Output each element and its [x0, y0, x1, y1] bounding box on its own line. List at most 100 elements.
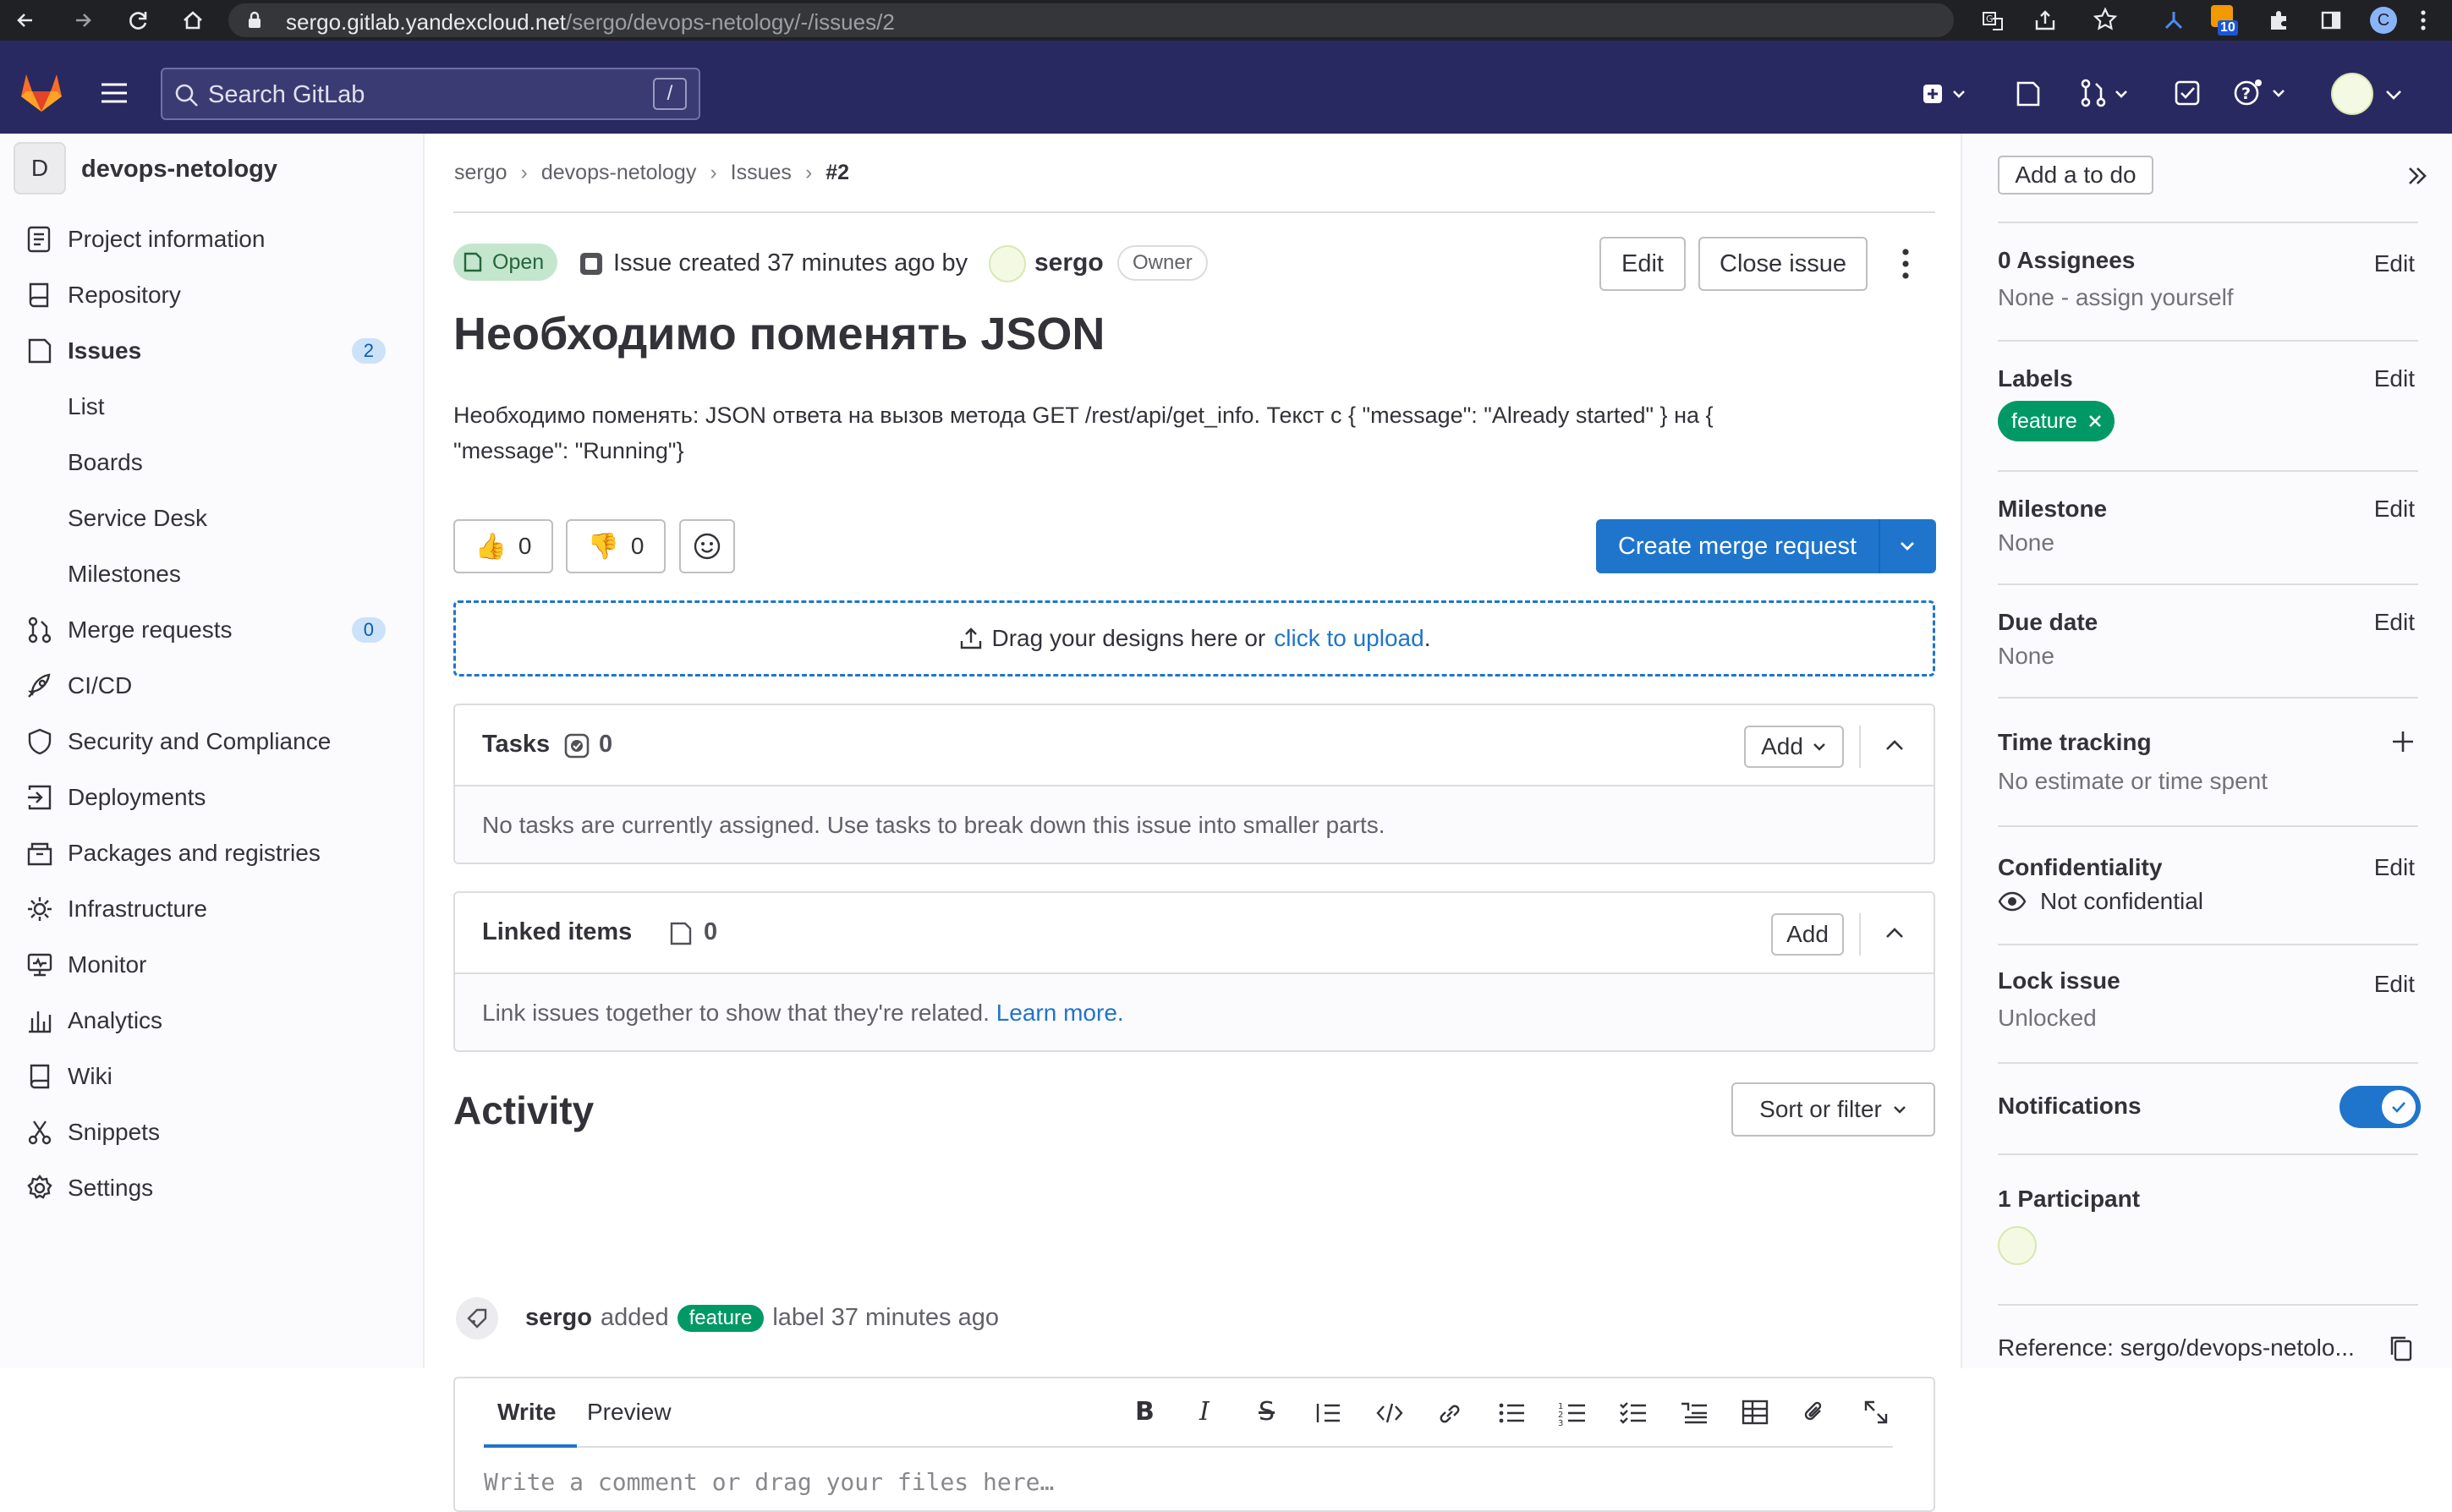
new-dropdown-icon[interactable]: [1922, 81, 1971, 107]
project-name[interactable]: devops-netology: [81, 156, 277, 184]
due-date-edit-link[interactable]: Edit: [2374, 609, 2415, 636]
gitlab-logo-icon[interactable]: [19, 71, 64, 113]
sidebar-item-service-desk[interactable]: Service Desk: [0, 490, 423, 546]
address-bar[interactable]: sergo.gitlab.yandexcloud.net/sergo/devop…: [228, 3, 1954, 37]
author-name[interactable]: sergo: [1034, 249, 1104, 277]
todo-header-icon[interactable]: [2174, 79, 2201, 107]
bold-icon[interactable]: B: [1135, 1397, 1155, 1427]
forward-icon[interactable]: [71, 8, 95, 32]
collapsible-icon[interactable]: [1680, 1400, 1709, 1426]
quote-icon[interactable]: [1314, 1400, 1343, 1426]
extension-blue-icon[interactable]: [2162, 8, 2186, 32]
label-chip-feature[interactable]: feature: [1998, 401, 2115, 441]
user-avatar[interactable]: [2331, 73, 2373, 115]
create-merge-request-button[interactable]: Create merge request: [1596, 519, 1879, 573]
add-linked-button[interactable]: Add: [1771, 913, 1844, 956]
strikethrough-icon[interactable]: S: [1259, 1397, 1275, 1427]
comment-textarea[interactable]: Write a comment or drag your files here…: [484, 1468, 1054, 1496]
assignees-edit-link[interactable]: Edit: [2374, 250, 2415, 277]
help-dropdown-icon[interactable]: ?: [2233, 78, 2292, 108]
event-label-chip[interactable]: feature: [677, 1304, 765, 1332]
hamburger-menu-icon[interactable]: [100, 81, 129, 105]
puzzle-icon[interactable]: [2267, 8, 2290, 32]
breadcrumb-issue-number[interactable]: #2: [826, 161, 849, 185]
profile-avatar[interactable]: C: [2370, 7, 2397, 34]
breadcrumb-project[interactable]: devops-netology: [541, 161, 696, 185]
notifications-toggle[interactable]: [2340, 1086, 2421, 1128]
design-upload-dropzone[interactable]: Drag your designs here or click to uploa…: [453, 600, 1935, 677]
numbered-list-icon[interactable]: 123: [1558, 1400, 1587, 1426]
back-icon[interactable]: [14, 8, 37, 32]
add-task-button[interactable]: Add: [1744, 726, 1844, 768]
user-menu-chevron-icon[interactable]: [2383, 86, 2404, 103]
reload-icon[interactable]: [127, 8, 151, 32]
sidebar-item-boards[interactable]: Boards: [0, 435, 423, 490]
thumbs-down-button[interactable]: 👎 0: [566, 519, 666, 573]
link-icon[interactable]: [1436, 1400, 1463, 1427]
chevron-down-icon[interactable]: [1897, 538, 1917, 555]
bullet-list-icon[interactable]: [1497, 1400, 1526, 1426]
fullscreen-icon[interactable]: [1862, 1399, 1890, 1426]
sort-filter-dropdown[interactable]: Sort or filter: [1731, 1082, 1935, 1137]
breadcrumb-sergo[interactable]: sergo: [454, 161, 507, 185]
add-reaction-button[interactable]: [679, 519, 735, 573]
search-box[interactable]: Search GitLab /: [161, 68, 700, 120]
upload-link[interactable]: click to upload: [1274, 625, 1423, 652]
sidebar-item-cicd[interactable]: CI/CD: [0, 658, 423, 714]
copy-reference-icon[interactable]: [2389, 1334, 2414, 1363]
collapse-chevron-icon[interactable]: [1883, 923, 1906, 942]
sidebar-item-deployments[interactable]: Deployments: [0, 770, 423, 825]
add-todo-button[interactable]: Add a to do: [1998, 156, 2153, 194]
share-icon[interactable]: [2033, 8, 2057, 32]
sidebar-item-issues[interactable]: Issues 2: [0, 323, 423, 379]
milestone-edit-link[interactable]: Edit: [2374, 496, 2415, 523]
sidebar-item-analytics[interactable]: Analytics: [0, 993, 423, 1049]
bookmark-star-icon[interactable]: [2093, 7, 2118, 32]
more-actions-icon[interactable]: [1901, 247, 1911, 281]
home-icon[interactable]: [181, 8, 205, 32]
italic-icon[interactable]: I: [1199, 1397, 1210, 1427]
code-icon[interactable]: [1375, 1400, 1404, 1426]
project-avatar[interactable]: D: [14, 142, 66, 194]
sidebar-item-repository[interactable]: Repository: [0, 267, 423, 323]
close-issue-button[interactable]: Close issue: [1698, 237, 1868, 291]
sidebar-item-security[interactable]: Security and Compliance: [0, 714, 423, 770]
sidebar-item-infrastructure[interactable]: Infrastructure: [0, 881, 423, 937]
checklist-icon[interactable]: [1619, 1400, 1648, 1426]
assignees-value[interactable]: None - assign yourself: [1998, 284, 2234, 311]
merge-requests-header-icon[interactable]: [2079, 78, 2135, 108]
issues-header-icon[interactable]: [2015, 79, 2042, 108]
author-avatar[interactable]: [989, 245, 1026, 282]
sidebar-item-wiki[interactable]: Wiki: [0, 1049, 423, 1104]
tab-write[interactable]: Write: [497, 1399, 557, 1426]
sidebar-item-monitor[interactable]: Monitor: [0, 937, 423, 993]
sidepanel-icon[interactable]: [2319, 8, 2343, 32]
add-time-icon[interactable]: [2390, 729, 2416, 754]
collapse-sidebar-icon[interactable]: [2405, 164, 2429, 188]
tab-preview[interactable]: Preview: [587, 1399, 672, 1426]
event-suffix: label 37 minutes ago: [772, 1304, 999, 1331]
table-icon[interactable]: [1741, 1399, 1769, 1426]
learn-more-link[interactable]: Learn more.: [996, 1000, 1124, 1026]
translate-icon[interactable]: G: [1981, 8, 2005, 32]
confidentiality-edit-link[interactable]: Edit: [2374, 854, 2415, 881]
event-user[interactable]: sergo: [525, 1304, 592, 1332]
participant-avatar[interactable]: [1998, 1226, 2037, 1265]
sidebar-item-packages[interactable]: Packages and registries: [0, 825, 423, 881]
sidebar-item-settings[interactable]: Settings: [0, 1160, 423, 1216]
sidebar-item-milestones[interactable]: Milestones: [0, 546, 423, 602]
lock-issue-edit-link[interactable]: Edit: [2374, 971, 2415, 998]
breadcrumb-issues[interactable]: Issues: [731, 161, 792, 185]
sidebar-item-snippets[interactable]: Snippets: [0, 1104, 423, 1160]
extension-rss-icon[interactable]: 10: [2211, 5, 2240, 36]
remove-label-icon[interactable]: [2087, 414, 2103, 429]
sidebar-item-project-information[interactable]: Project information: [0, 211, 423, 267]
collapse-chevron-icon[interactable]: [1883, 736, 1906, 754]
attach-icon[interactable]: [1802, 1399, 1827, 1426]
sidebar-item-list[interactable]: List: [0, 379, 423, 435]
sidebar-item-merge-requests[interactable]: Merge requests 0: [0, 602, 423, 658]
thumbs-up-button[interactable]: 👍 0: [453, 519, 553, 573]
labels-edit-link[interactable]: Edit: [2374, 365, 2415, 392]
edit-issue-button[interactable]: Edit: [1599, 237, 1686, 291]
browser-menu-icon[interactable]: [2419, 8, 2427, 32]
